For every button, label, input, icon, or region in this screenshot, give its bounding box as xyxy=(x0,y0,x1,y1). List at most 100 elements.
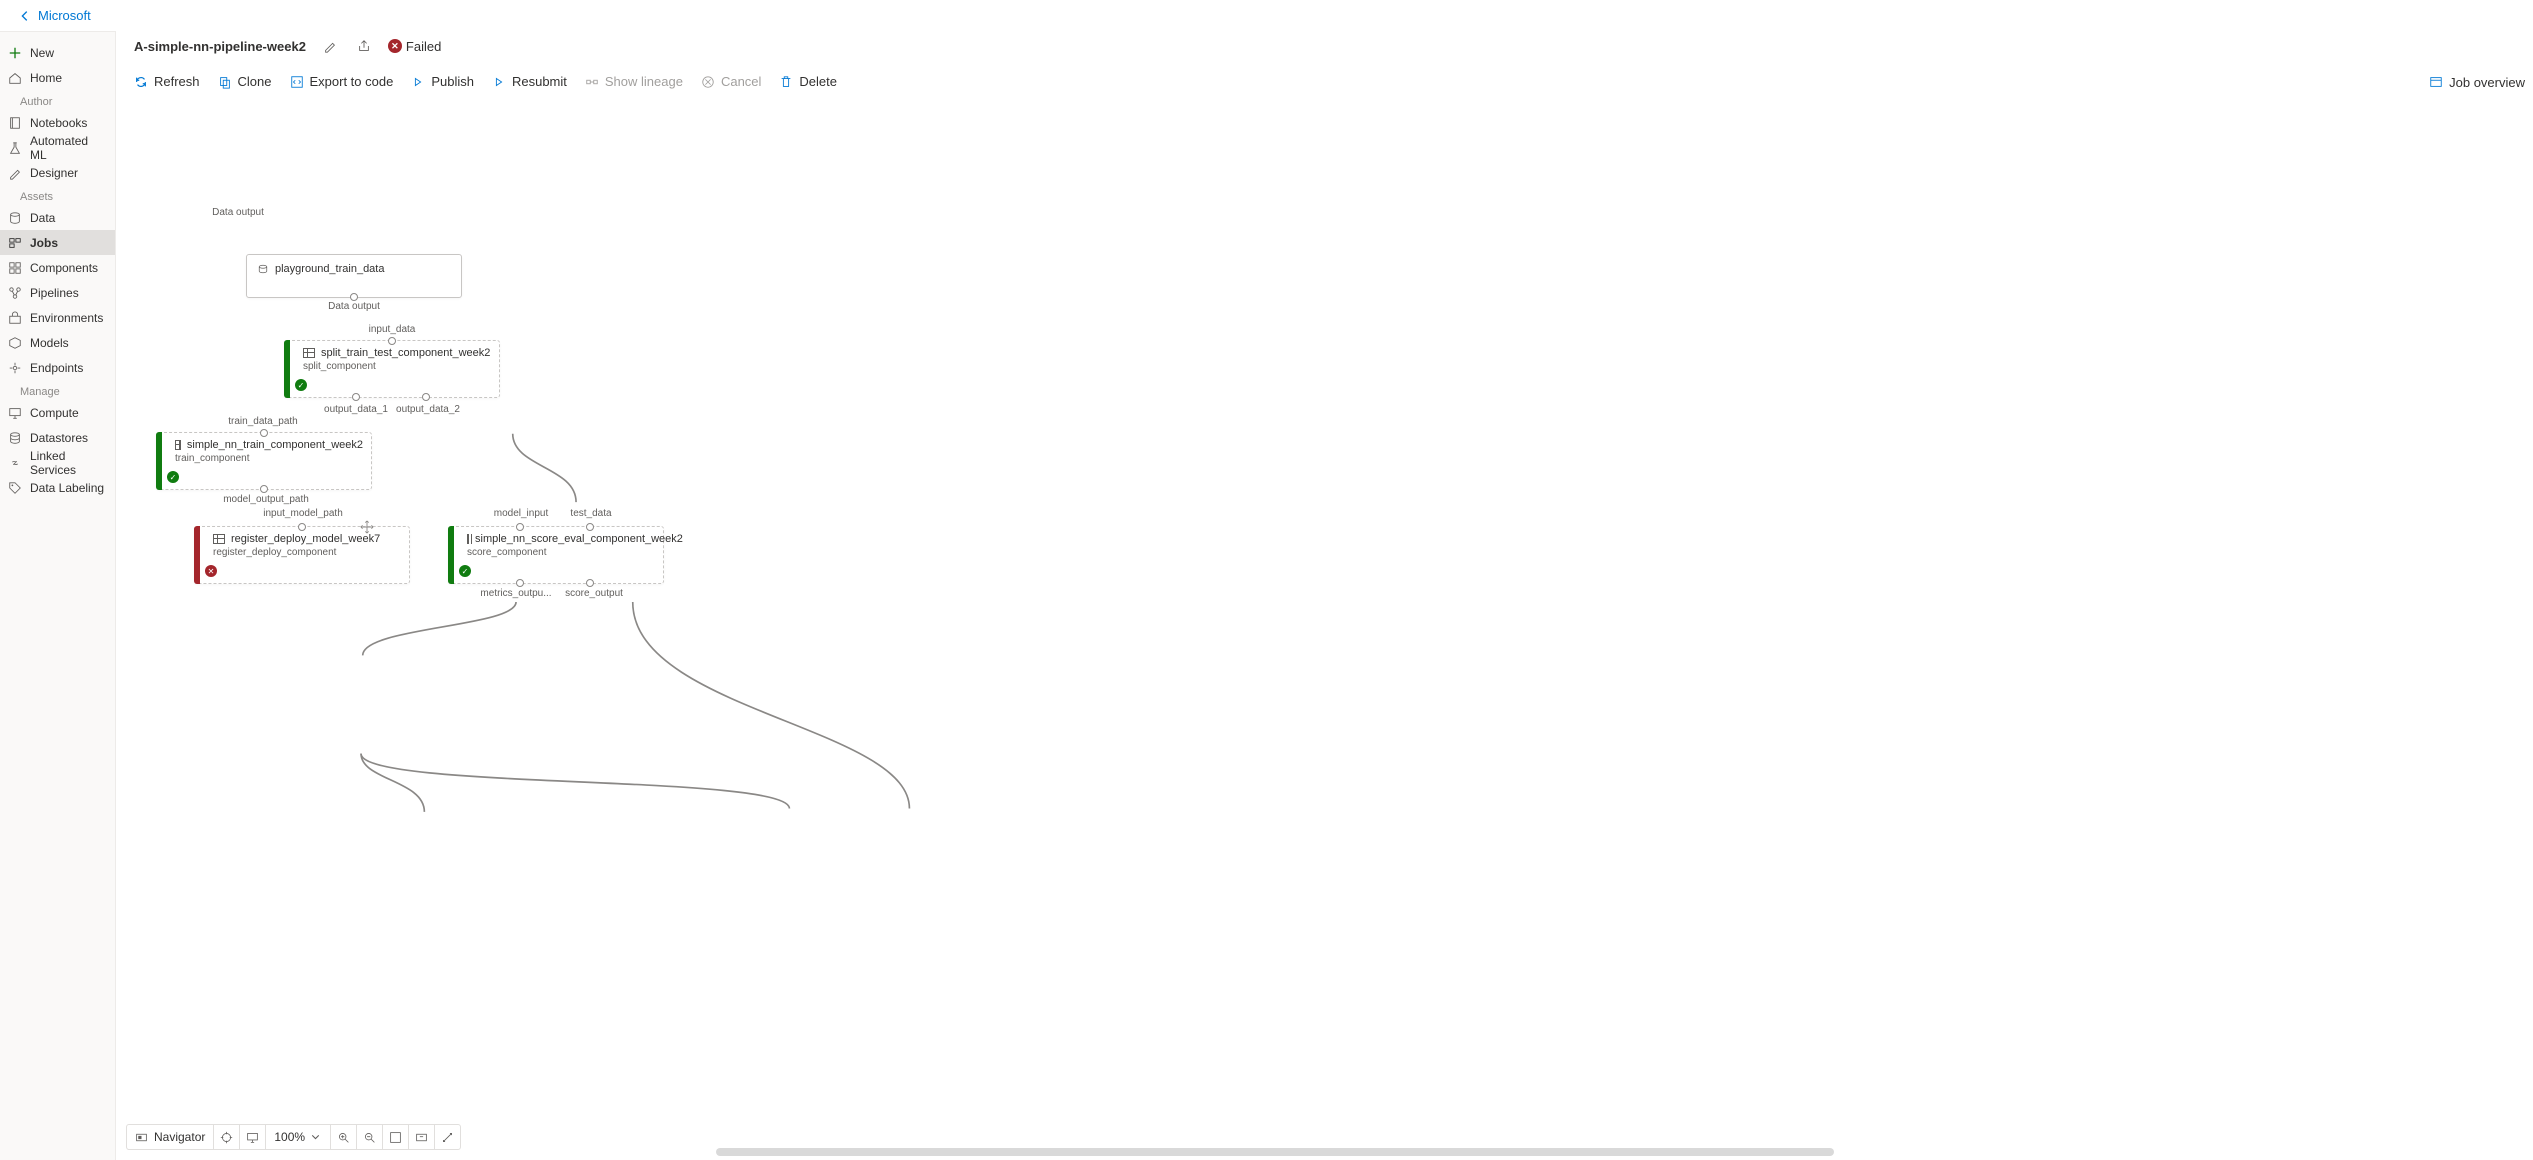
cancel-button[interactable]: Cancel xyxy=(701,74,761,89)
canvas-horizontal-scrollbar[interactable] xyxy=(716,1148,2313,1156)
fullscreen-button[interactable] xyxy=(383,1125,409,1149)
models-icon xyxy=(8,336,22,350)
port-label-n5-out1: metrics_outpu... xyxy=(480,588,551,599)
zoom-in-icon xyxy=(337,1131,350,1144)
publish-button[interactable]: Publish xyxy=(411,74,474,89)
sidebar-automl-label: Automated ML xyxy=(30,134,107,162)
port-output-data-2[interactable] xyxy=(422,393,430,401)
target-icon xyxy=(220,1131,233,1144)
pipeline-name: A-simple-nn-pipeline-week2 xyxy=(134,39,306,54)
node-title: simple_nn_score_eval_component_week2 xyxy=(475,533,683,545)
port-label-n3-out: model_output_path xyxy=(223,494,309,505)
port-input-data[interactable] xyxy=(388,337,396,345)
wires xyxy=(116,94,2533,1160)
sidebar-environments[interactable]: Environments xyxy=(0,305,115,330)
port-data-output[interactable] xyxy=(350,293,358,301)
zoom-in-button[interactable] xyxy=(331,1125,357,1149)
node-subtitle: register_deploy_component xyxy=(195,547,409,562)
sidebar-compute-label: Compute xyxy=(30,406,79,420)
node-register-deploy[interactable]: register_deploy_model_week7 register_dep… xyxy=(194,526,410,584)
sidebar-linked[interactable]: Linked Services xyxy=(0,450,115,475)
designer-icon xyxy=(8,166,22,180)
clone-button[interactable]: Clone xyxy=(218,74,272,89)
notebook-icon xyxy=(8,116,22,130)
port-output-data-1[interactable] xyxy=(352,393,360,401)
cancel-icon xyxy=(701,75,715,89)
sidebar-notebooks-label: Notebooks xyxy=(30,116,87,130)
port-label-n3-in: train_data_path xyxy=(228,416,298,427)
node-score-eval[interactable]: simple_nn_score_eval_component_week2 sco… xyxy=(448,526,664,584)
sidebar-pipelines[interactable]: Pipelines xyxy=(0,280,115,305)
edit-name-button[interactable] xyxy=(320,36,340,56)
node-subtitle: train_component xyxy=(157,453,371,468)
auto-layout-button[interactable] xyxy=(435,1125,460,1149)
refresh-button[interactable]: Refresh xyxy=(134,74,200,89)
sidebar-compute[interactable]: Compute xyxy=(0,400,115,425)
navigator-button[interactable]: Navigator xyxy=(127,1125,214,1149)
sidebar-new[interactable]: New xyxy=(0,40,115,65)
sidebar-section-manage: Manage xyxy=(0,380,115,400)
sidebar-data[interactable]: Data xyxy=(0,205,115,230)
share-button[interactable] xyxy=(354,36,374,56)
sidebar-datastores[interactable]: Datastores xyxy=(0,425,115,450)
port-test-data[interactable] xyxy=(586,523,594,531)
sidebar-designer[interactable]: Designer xyxy=(0,160,115,185)
chevron-down-icon xyxy=(309,1131,322,1144)
fullscreen-icon xyxy=(389,1131,402,1144)
sidebar-jobs[interactable]: Jobs xyxy=(0,230,115,255)
component-icon xyxy=(213,534,225,544)
zoom-out-button[interactable] xyxy=(357,1125,383,1149)
node-playground-train-data[interactable]: playground_train_data Data output xyxy=(246,254,462,298)
sidebar-linked-label: Linked Services xyxy=(30,449,107,477)
sidebar-endpoints-label: Endpoints xyxy=(30,361,83,375)
trash-icon xyxy=(779,75,793,89)
sidebar-home[interactable]: Home xyxy=(0,65,115,90)
port-model-output-path[interactable] xyxy=(260,485,268,493)
refresh-label: Refresh xyxy=(154,74,200,89)
success-icon: ✓ xyxy=(167,471,179,483)
fit-screen-button[interactable] xyxy=(240,1125,266,1149)
sidebar-components-label: Components xyxy=(30,261,98,275)
status-bar xyxy=(448,526,454,584)
compute-icon xyxy=(8,406,22,420)
port-label-n5-in2: test_data xyxy=(570,508,611,519)
sidebar-jobs-label: Jobs xyxy=(30,236,58,250)
sidebar-notebooks[interactable]: Notebooks xyxy=(0,110,115,135)
show-lineage-button[interactable]: Show lineage xyxy=(585,74,683,89)
node-split-train-test[interactable]: split_train_test_component_week2 split_c… xyxy=(284,340,500,398)
success-icon: ✓ xyxy=(459,565,471,577)
sidebar-models[interactable]: Models xyxy=(0,330,115,355)
pipeline-canvas[interactable]: playground_train_data Data output Data o… xyxy=(116,94,2533,1160)
port-model-input[interactable] xyxy=(516,523,524,531)
sidebar-section-author: Author xyxy=(0,90,115,110)
pipelines-icon xyxy=(8,286,22,300)
sidebar-components[interactable]: Components xyxy=(0,255,115,280)
port-metrics-output[interactable] xyxy=(516,579,524,587)
port-input-model-path[interactable] xyxy=(298,523,306,531)
zoom-dropdown[interactable]: 100% xyxy=(266,1125,331,1149)
delete-button[interactable]: Delete xyxy=(779,74,837,89)
publish-label: Publish xyxy=(431,74,474,89)
actual-size-icon xyxy=(415,1131,428,1144)
scroll-thumb[interactable] xyxy=(716,1148,1834,1156)
port-label-n2-in: input_data xyxy=(369,324,416,335)
port-score-output[interactable] xyxy=(586,579,594,587)
sidebar-automl[interactable]: Automated ML xyxy=(0,135,115,160)
canvas-controls: Navigator 100% xyxy=(126,1124,461,1150)
move-handle[interactable] xyxy=(360,520,374,534)
port-label-data-output: Data output xyxy=(212,207,264,218)
status-bar xyxy=(156,432,162,490)
port-train-data-path[interactable] xyxy=(260,429,268,437)
export-code-label: Export to code xyxy=(310,74,394,89)
sidebar-endpoints[interactable]: Endpoints xyxy=(0,355,115,380)
back-button[interactable]: Microsoft xyxy=(18,8,91,23)
export-code-button[interactable]: Export to code xyxy=(290,74,394,89)
resubmit-button[interactable]: Resubmit xyxy=(492,74,567,89)
node-simple-nn-train[interactable]: simple_nn_train_component_week2 train_co… xyxy=(156,432,372,490)
actual-size-button[interactable] xyxy=(409,1125,435,1149)
sidebar: New Home Author Notebooks Automated ML D… xyxy=(0,32,116,1160)
node-subtitle: split_component xyxy=(285,361,499,376)
resubmit-label: Resubmit xyxy=(512,74,567,89)
sidebar-labeling[interactable]: Data Labeling xyxy=(0,475,115,500)
recenter-button[interactable] xyxy=(214,1125,240,1149)
